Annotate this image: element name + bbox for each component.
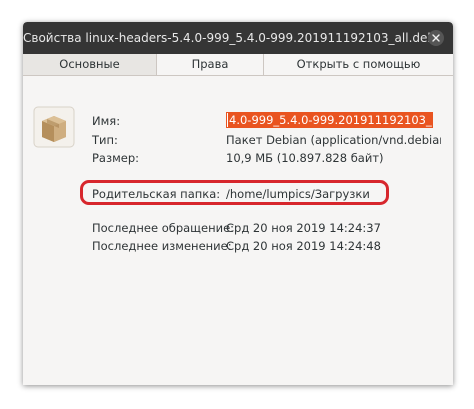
type-label: Тип: bbox=[92, 133, 118, 147]
name-input[interactable]: 4.0-999_5.4.0-999.201911192103_all.deb bbox=[226, 112, 433, 128]
name-value-selected: 4.0-999_5.4.0-999.201911192103_all.deb bbox=[228, 113, 432, 127]
package-icon bbox=[33, 106, 75, 148]
type-value: Пакет Debian (application/vnd.debian.b..… bbox=[226, 133, 441, 147]
highlight-annotation bbox=[80, 180, 389, 205]
properties-dialog: Свойства linux-headers-5.4.0-999_5.4.0-9… bbox=[23, 22, 453, 385]
tab-bar: Основные Права Открыть с помощью bbox=[23, 54, 453, 76]
general-panel: Имя: 4.0-999_5.4.0-999.201911192103_all.… bbox=[23, 76, 453, 385]
accessed-label: Последнее обращение: bbox=[92, 221, 235, 235]
tab-permissions[interactable]: Права bbox=[157, 54, 264, 75]
title-bar[interactable]: Свойства linux-headers-5.4.0-999_5.4.0-9… bbox=[23, 22, 453, 54]
close-icon bbox=[432, 34, 440, 42]
name-label: Имя: bbox=[92, 114, 121, 128]
modified-label: Последнее изменение: bbox=[92, 239, 232, 253]
close-button[interactable] bbox=[428, 30, 444, 46]
tab-general[interactable]: Основные bbox=[23, 54, 157, 75]
size-value: 10,9 МБ (10.897.828 байт) bbox=[226, 151, 384, 165]
size-label: Размер: bbox=[92, 151, 140, 165]
window-title: Свойства linux-headers-5.4.0-999_5.4.0-9… bbox=[23, 31, 436, 45]
modified-value: Срд 20 ноя 2019 14:24:48 bbox=[226, 239, 381, 253]
tab-open-with[interactable]: Открыть с помощью bbox=[264, 54, 453, 75]
accessed-value: Срд 20 ноя 2019 14:24:37 bbox=[226, 221, 381, 235]
